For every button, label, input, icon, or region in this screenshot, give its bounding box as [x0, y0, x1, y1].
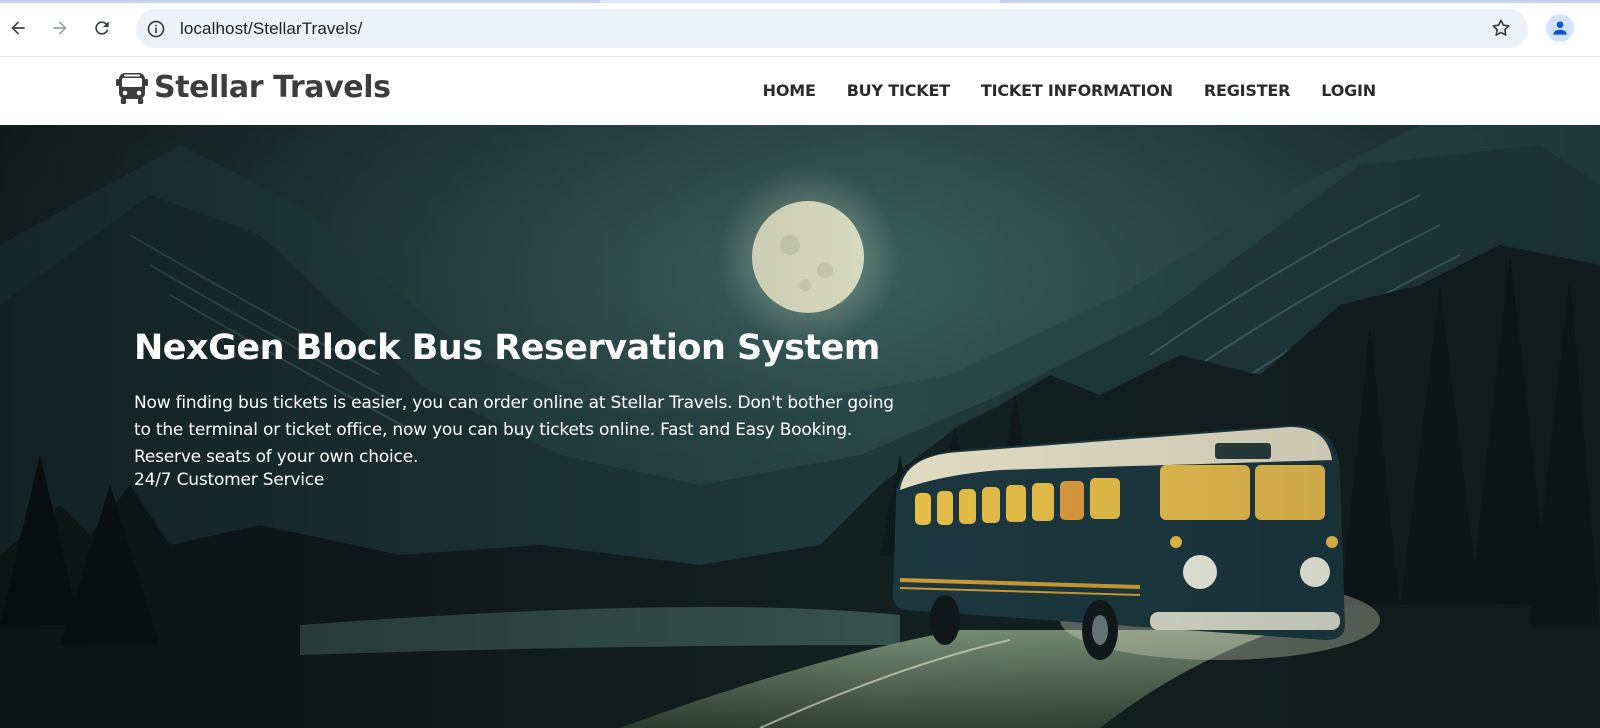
brand-logo[interactable]: Stellar Travels: [116, 70, 391, 105]
tab-strip-edge: [0, 0, 1600, 3]
profile-icon[interactable]: [1546, 14, 1574, 42]
hero-section: NexGen Block Bus Reservation System Now …: [0, 125, 1600, 728]
nav-register[interactable]: REGISTER: [1204, 81, 1291, 100]
hero-service-text: 24/7 Customer Service: [134, 470, 325, 490]
url-text[interactable]: localhost/StellarTravels/: [180, 19, 362, 39]
forward-arrow-icon[interactable]: [47, 15, 73, 41]
back-arrow-icon[interactable]: [5, 15, 31, 41]
nav-buy-ticket[interactable]: BUY TICKET: [847, 81, 950, 100]
hero-title: NexGen Block Bus Reservation System: [134, 328, 880, 368]
nav-ticket-information[interactable]: TICKET INFORMATION: [981, 81, 1173, 100]
info-icon[interactable]: [146, 19, 166, 39]
nav-home[interactable]: HOME: [763, 81, 816, 100]
browser-toolbar: localhost/StellarTravels/: [0, 0, 1600, 57]
hero-description: Now finding bus tickets is easier, you c…: [134, 393, 894, 467]
nav-login[interactable]: LOGIN: [1321, 81, 1376, 100]
star-icon[interactable]: [1490, 17, 1512, 39]
brand-name[interactable]: Stellar Travels: [154, 70, 391, 105]
site-header: Stellar Travels HOME BUY TICKET TICKET I…: [0, 57, 1600, 125]
bus-icon: [116, 72, 148, 104]
address-bar[interactable]: localhost/StellarTravels/: [136, 9, 1528, 48]
main-nav: HOME BUY TICKET TICKET INFORMATION REGIS…: [763, 81, 1377, 100]
reload-icon[interactable]: [89, 15, 115, 41]
